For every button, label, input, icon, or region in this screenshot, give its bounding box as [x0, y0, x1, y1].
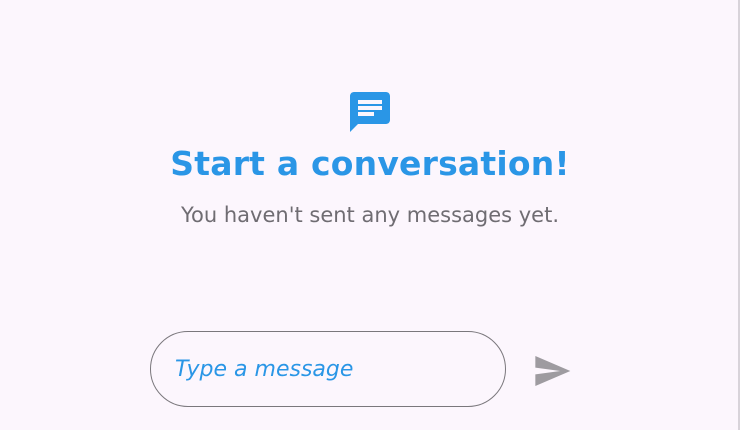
- message-field[interactable]: [150, 331, 506, 407]
- empty-state-title: Start a conversation!: [170, 144, 570, 183]
- send-button[interactable]: [532, 351, 572, 391]
- empty-state-subtitle: You haven't sent any messages yet.: [181, 203, 559, 227]
- empty-state: Start a conversation! You haven't sent a…: [0, 88, 740, 230]
- chat-bubble-icon: [350, 92, 390, 132]
- message-composer: [150, 331, 580, 408]
- send-icon: [535, 356, 571, 386]
- message-input[interactable]: [175, 356, 475, 382]
